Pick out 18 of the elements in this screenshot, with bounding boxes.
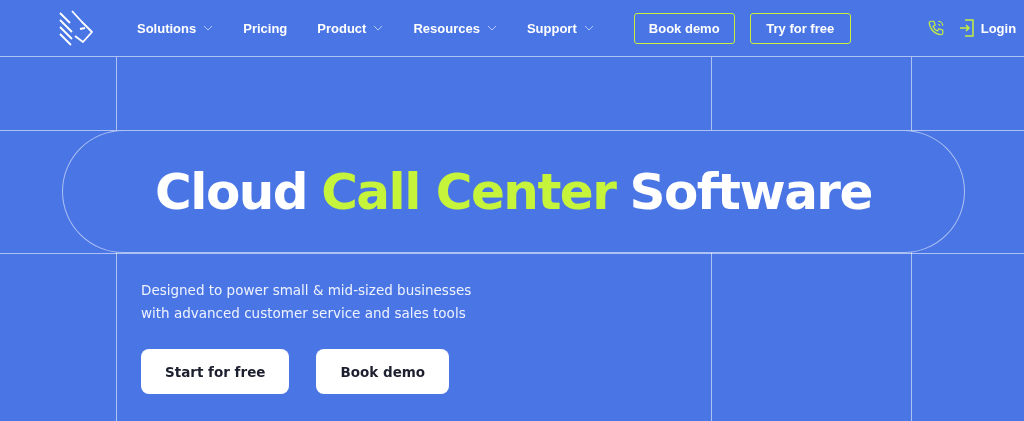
hero-subtitle: with advanced customer service and sales tools — [141, 304, 466, 323]
phone-icon[interactable] — [926, 19, 945, 37]
hero-subtitle: Designed to power small & mid-sized businesses — [141, 281, 472, 300]
hero-title: Cloud — [155, 162, 308, 221]
nav-link[interactable]: Resources — [413, 20, 497, 36]
nav-link[interactable]: Product — [317, 20, 384, 36]
cta-button[interactable]: Book demo — [316, 349, 450, 394]
nav-button[interactable]: Book demo — [633, 12, 735, 44]
logo-icon[interactable] — [58, 9, 96, 47]
login-link[interactable]: Login — [958, 19, 1017, 37]
nav-link[interactable]: Pricing — [243, 20, 288, 36]
nav-button[interactable]: Try for free — [749, 12, 851, 44]
login-icon — [958, 19, 975, 37]
hero-title: Call Center — [321, 162, 616, 221]
cta-button[interactable]: Start for free — [141, 349, 290, 394]
nav-link[interactable]: Support — [526, 20, 594, 36]
hero-title: Software — [629, 162, 872, 221]
nav-link[interactable]: Solutions — [137, 20, 214, 36]
